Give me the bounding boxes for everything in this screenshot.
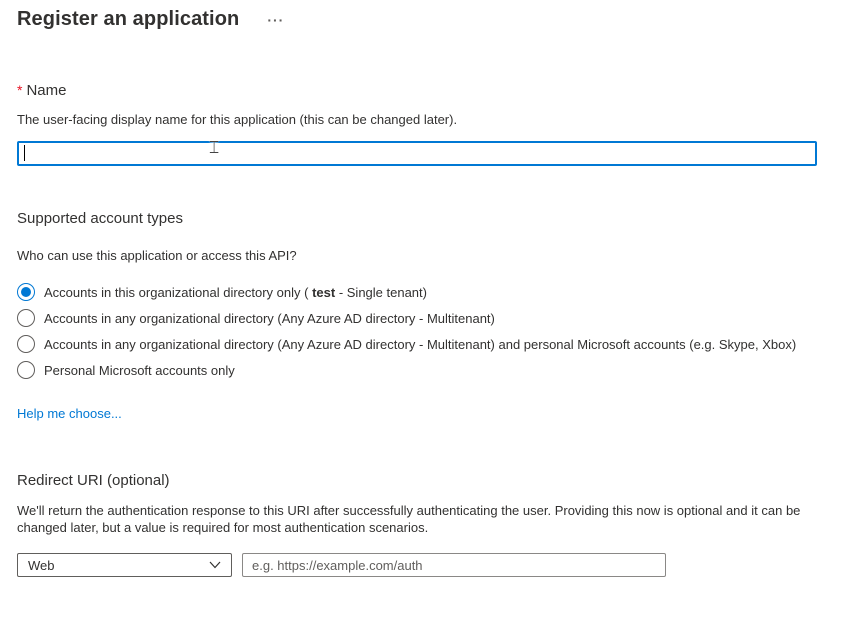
ellipsis-menu-icon[interactable]: ···: [265, 11, 286, 29]
page-header: Register an application ···: [17, 0, 863, 31]
redirect-uri-heading: Redirect URI (optional): [17, 472, 863, 489]
radio-option-label: Personal Microsoft accounts only: [44, 363, 235, 378]
redirect-uri-input[interactable]: [242, 553, 666, 577]
radio-option-label: Accounts in this organizational director…: [44, 285, 427, 300]
radio-option-multitenant[interactable]: Accounts in any organizational directory…: [17, 305, 863, 331]
radio-option-single-tenant[interactable]: Accounts in this organizational director…: [17, 279, 863, 305]
name-input-wrap: [17, 141, 817, 166]
radio-label-suffix: - Single tenant): [335, 285, 427, 300]
radio-label-prefix: Accounts in this organizational director…: [44, 285, 312, 300]
supported-account-types-heading: Supported account types: [17, 210, 863, 227]
name-field-label: *Name: [17, 82, 863, 99]
radio-option-multitenant-personal[interactable]: Accounts in any organizational directory…: [17, 331, 863, 357]
chevron-down-icon: [209, 561, 221, 569]
tenant-name: test: [312, 285, 335, 300]
name-label-text: Name: [26, 82, 66, 99]
redirect-uri-row: Web: [17, 553, 863, 577]
help-me-choose-link[interactable]: Help me choose...: [17, 406, 122, 421]
radio-button[interactable]: [17, 309, 35, 327]
redirect-uri-description: We'll return the authentication response…: [17, 502, 807, 536]
radio-option-personal-only[interactable]: Personal Microsoft accounts only: [17, 357, 863, 383]
text-caret: [24, 145, 25, 161]
platform-select-value: Web: [28, 558, 209, 573]
radio-option-label: Accounts in any organizational directory…: [44, 311, 495, 326]
account-type-radio-group: Accounts in this organizational director…: [17, 279, 863, 383]
account-types-question: Who can use this application or access t…: [17, 248, 863, 263]
page-title: Register an application: [17, 8, 239, 31]
required-asterisk: *: [17, 82, 22, 98]
platform-select-dropdown[interactable]: Web: [17, 553, 232, 577]
register-application-page: Register an application ··· *Name The us…: [0, 0, 863, 623]
radio-button[interactable]: [17, 361, 35, 379]
radio-button-selected[interactable]: [17, 283, 35, 301]
radio-button[interactable]: [17, 335, 35, 353]
name-field-description: The user-facing display name for this ap…: [17, 112, 863, 127]
radio-option-label: Accounts in any organizational directory…: [44, 337, 796, 352]
name-input[interactable]: [17, 141, 817, 166]
